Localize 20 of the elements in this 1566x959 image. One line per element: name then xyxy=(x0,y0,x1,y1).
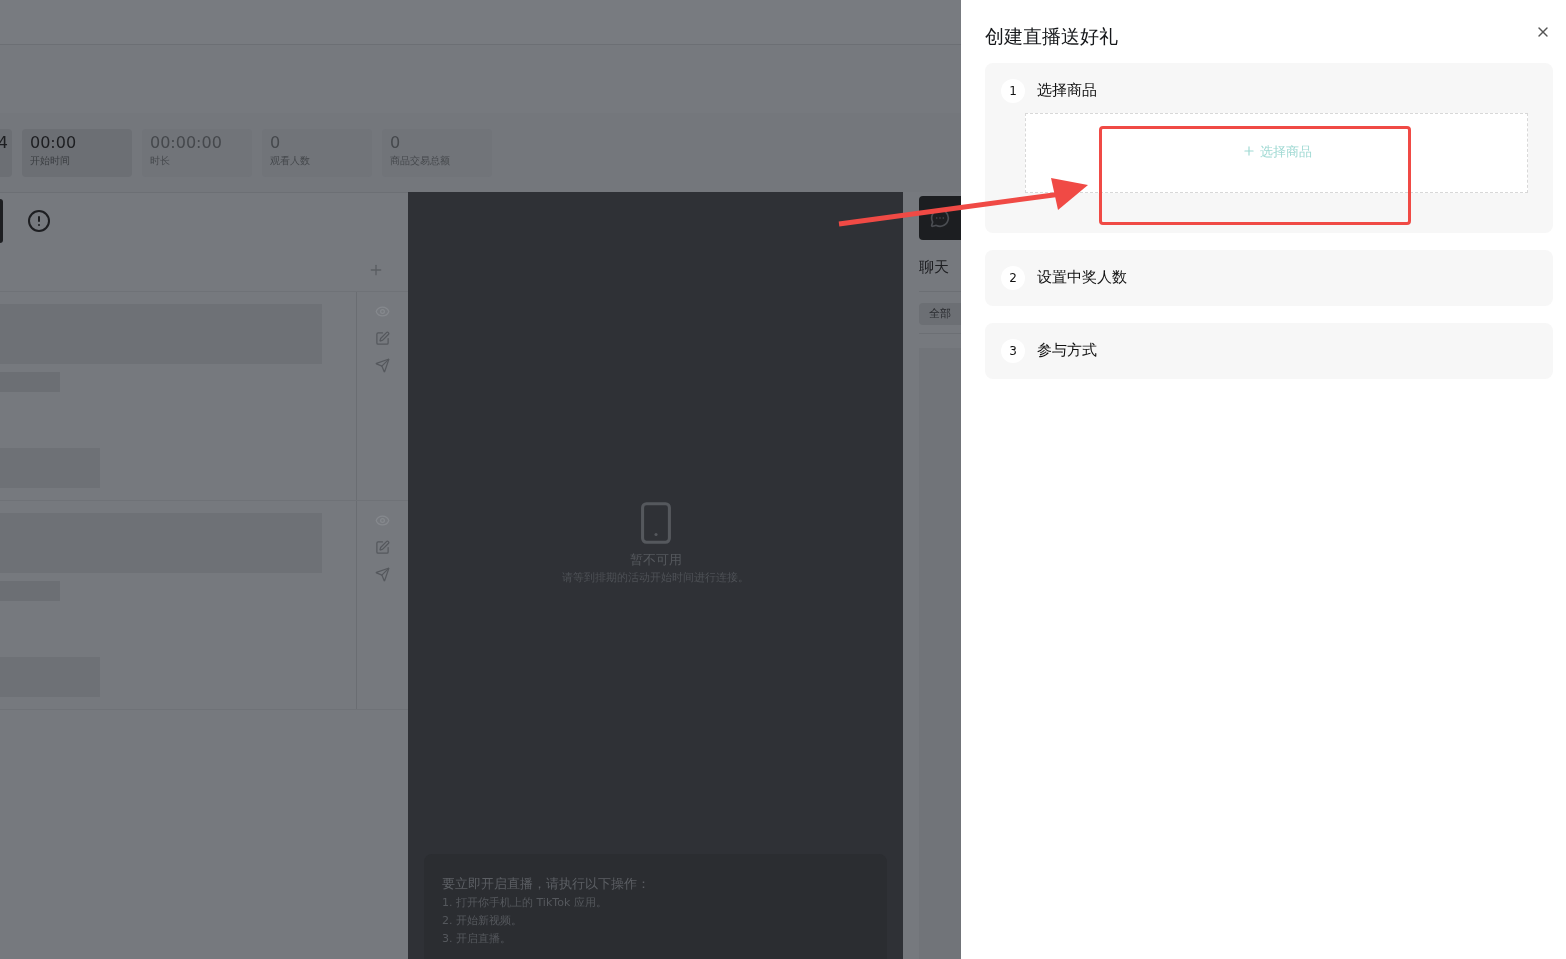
send-icon[interactable] xyxy=(375,358,390,373)
step-card[interactable]: 1 选择商品 选择商品 xyxy=(985,62,1553,233)
chat-title: 聊天 xyxy=(919,257,950,278)
step-number: 3 xyxy=(1001,338,1025,363)
plus-icon xyxy=(1241,143,1256,158)
step-number: 2 xyxy=(1001,265,1025,290)
step-title: 选择商品 xyxy=(1037,80,1097,102)
step-number: 1 xyxy=(1001,78,1025,103)
drawer-title: 创建直播送好礼 xyxy=(985,24,1118,49)
step-title: 设置中奖人数 xyxy=(1037,267,1127,289)
step-title: 参与方式 xyxy=(1037,340,1097,362)
send-icon[interactable] xyxy=(375,567,390,582)
stat-value: 00:00 xyxy=(30,133,78,153)
add-icon[interactable] xyxy=(368,262,384,278)
step-card[interactable]: 3 参与方式 xyxy=(985,322,1553,379)
step-card[interactable]: 2 设置中奖人数 xyxy=(985,249,1553,306)
info-icon[interactable] xyxy=(27,209,51,233)
edit-icon[interactable] xyxy=(375,331,390,346)
edit-icon[interactable] xyxy=(375,540,390,555)
toolbar-tab[interactable] xyxy=(0,199,3,243)
